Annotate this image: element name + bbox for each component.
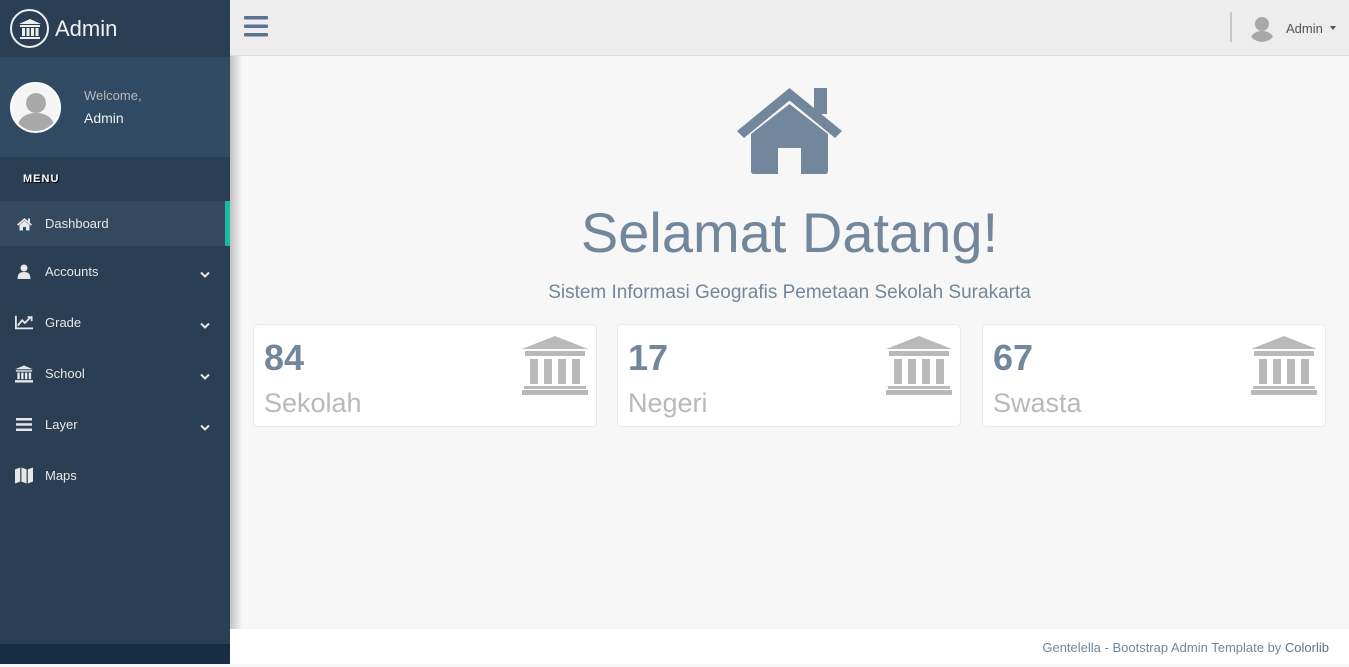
stat-label: Swasta xyxy=(993,388,1082,418)
sidebar-shadow xyxy=(230,0,242,664)
sidebar-item-layer[interactable]: Layer xyxy=(0,399,230,450)
sidebar-item-accounts[interactable]: Accounts xyxy=(0,246,230,297)
bars-icon xyxy=(15,416,33,434)
sidebar-item-school[interactable]: School xyxy=(0,348,230,399)
user-menu[interactable]: Admin xyxy=(1248,14,1336,42)
avatar xyxy=(10,81,61,133)
stat-label: Sekolah xyxy=(264,388,362,418)
welcome-text: Welcome, xyxy=(84,88,142,103)
sidebar-item-label: Grade xyxy=(45,315,82,330)
bank-icon xyxy=(886,336,952,401)
footer-text: Gentelella - Bootstrap Admin Template by xyxy=(1042,640,1285,655)
profile-panel: Welcome, Admin xyxy=(0,57,230,157)
menu-section-label: MENU xyxy=(0,157,230,201)
sidebar-item-label: Dashboard xyxy=(45,216,109,231)
bank-icon xyxy=(522,336,588,401)
avatar xyxy=(1248,14,1276,42)
top-navbar: Admin xyxy=(230,0,1349,56)
sidebar-item-grade[interactable]: Grade xyxy=(0,297,230,348)
footer-link[interactable]: Colorlib xyxy=(1285,640,1329,655)
stat-value: 17 xyxy=(628,337,669,378)
home-icon xyxy=(734,86,845,180)
sidebar-item-label: Accounts xyxy=(45,264,99,279)
sidebar: Admin Welcome, Admin MENU Dashboard Acco… xyxy=(0,0,230,664)
stat-value: 84 xyxy=(264,337,305,378)
line-chart-icon xyxy=(15,314,33,332)
page-subtitle: Sistem Informasi Geografis Pemetaan Seko… xyxy=(548,282,1031,303)
menu-toggle-icon[interactable] xyxy=(244,16,268,42)
sidebar-item-label: Maps xyxy=(45,468,77,483)
sidebar-item-maps[interactable]: Maps xyxy=(0,450,230,501)
home-icon xyxy=(15,215,33,233)
sidebar-item-label: School xyxy=(45,366,85,381)
brand[interactable]: Admin xyxy=(0,0,230,57)
page-footer: Gentelella - Bootstrap Admin Template by… xyxy=(230,629,1349,664)
stat-value: 67 xyxy=(993,337,1034,378)
stat-label: Negeri xyxy=(628,388,708,418)
user-icon xyxy=(15,263,33,281)
chevron-down-icon xyxy=(200,267,210,282)
bank-icon xyxy=(10,9,49,48)
bank-icon xyxy=(15,364,33,383)
navbar-divider xyxy=(1230,12,1232,42)
sidebar-footer xyxy=(0,644,230,664)
chevron-down-icon xyxy=(200,318,210,333)
stat-card-swasta: 67 Swasta xyxy=(982,324,1326,427)
stat-card-negeri: 17 Negeri xyxy=(617,324,961,427)
sidebar-item-dashboard[interactable]: Dashboard xyxy=(0,201,230,246)
page-title: Selamat Datang! xyxy=(580,201,999,264)
chevron-down-icon xyxy=(200,369,210,384)
chevron-down-icon xyxy=(200,420,210,435)
profile-name: Admin xyxy=(84,110,124,126)
sidebar-item-label: Layer xyxy=(45,417,78,432)
brand-title: Admin xyxy=(55,15,118,41)
user-name: Admin xyxy=(1286,20,1323,36)
stat-card-sekolah: 84 Sekolah xyxy=(253,324,597,427)
caret-down-icon xyxy=(1329,26,1336,30)
bank-icon xyxy=(1251,336,1317,401)
map-icon xyxy=(15,467,33,485)
